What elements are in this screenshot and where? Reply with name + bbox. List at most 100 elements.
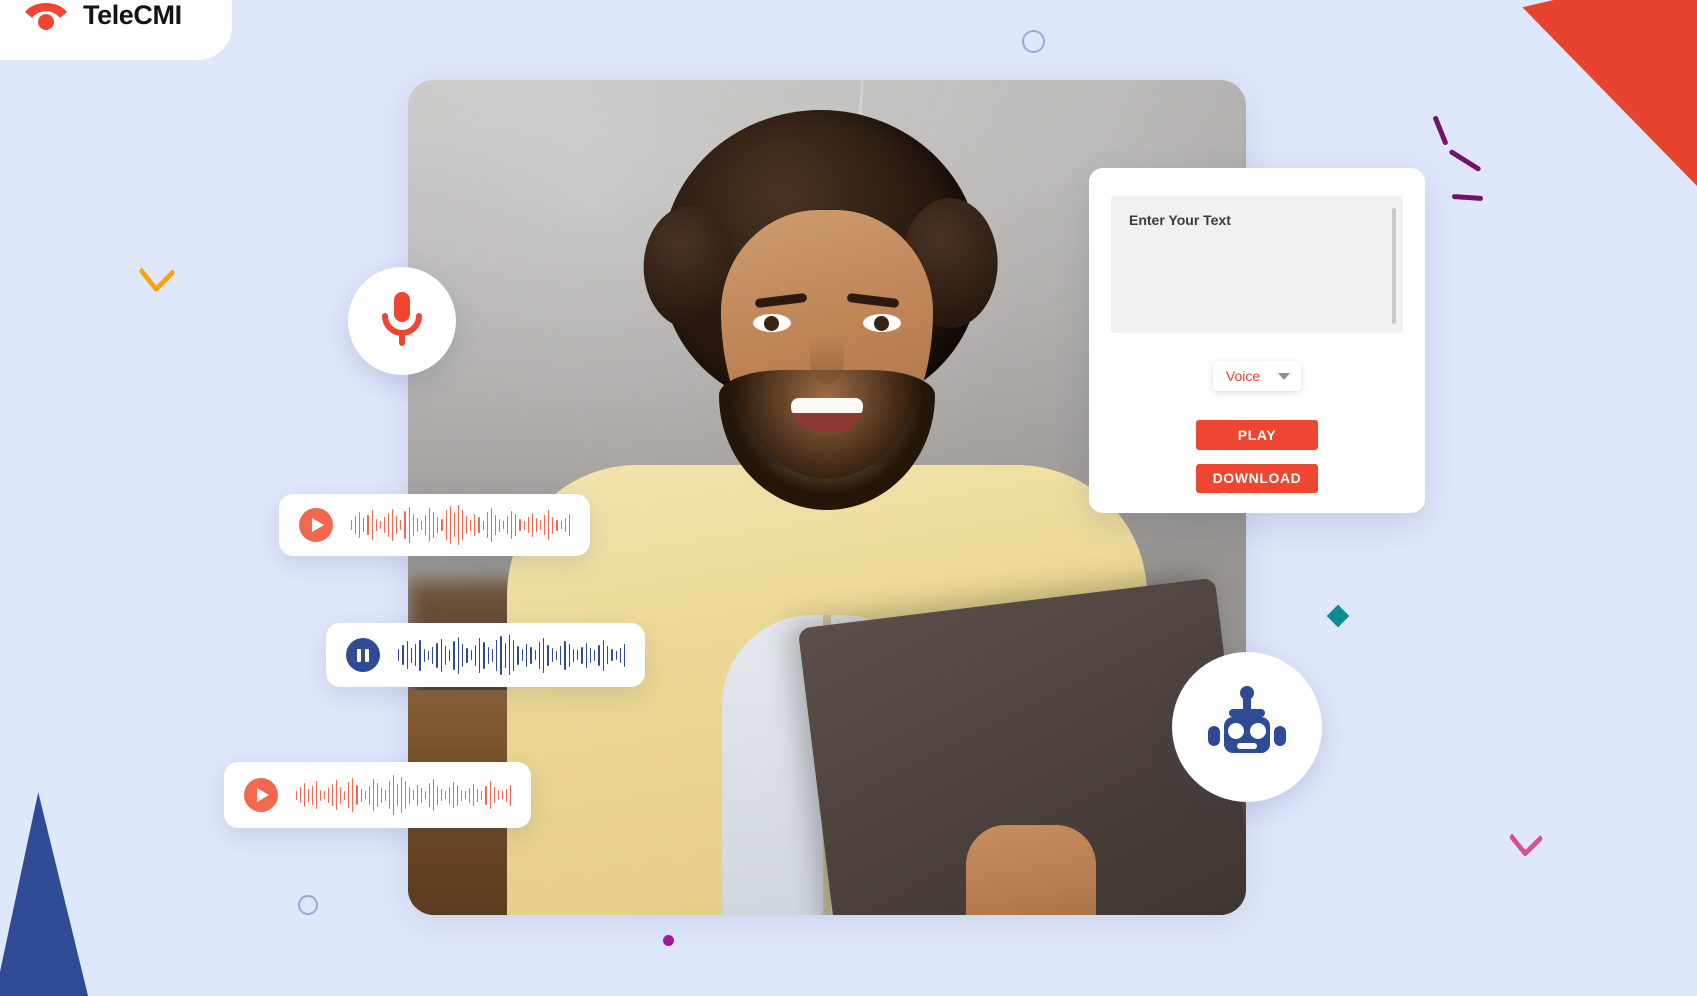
waveform-bar bbox=[465, 791, 467, 799]
decorative-dot-bottom bbox=[298, 895, 318, 915]
waveform-bar bbox=[489, 781, 491, 809]
waveform-bar bbox=[371, 510, 373, 540]
waveform-bar bbox=[427, 650, 430, 660]
waveform-bar bbox=[461, 789, 463, 801]
waveform-bar bbox=[445, 510, 447, 540]
waveform[interactable] bbox=[296, 775, 511, 815]
waveform-bar bbox=[420, 787, 422, 803]
play-button[interactable]: PLAY bbox=[1196, 420, 1318, 450]
waveform-bar bbox=[479, 637, 481, 673]
waveform-bar bbox=[486, 512, 488, 538]
waveform-bar bbox=[416, 784, 418, 806]
person-eyebrow-right bbox=[846, 292, 900, 309]
waveform-bar bbox=[433, 779, 435, 811]
person-eyebrow-left bbox=[754, 292, 808, 309]
waveform-bar bbox=[544, 515, 546, 535]
waveform-bar bbox=[324, 791, 326, 799]
waveform-bar bbox=[611, 649, 613, 661]
waveform-bar bbox=[419, 639, 421, 671]
waveform-bar bbox=[585, 642, 587, 668]
waveform-bar bbox=[312, 785, 314, 805]
decorative-chevron-pink-icon bbox=[1508, 818, 1544, 858]
waveform-bar bbox=[543, 637, 545, 673]
voice-select-row: Voice bbox=[1111, 361, 1403, 392]
decorative-sparkle-2 bbox=[1448, 148, 1482, 173]
person-hand bbox=[966, 825, 1096, 915]
waveform[interactable] bbox=[398, 635, 625, 675]
waveform-bar bbox=[505, 788, 507, 802]
waveform-bar bbox=[457, 636, 459, 674]
waveform-bar bbox=[461, 510, 464, 540]
play-icon[interactable] bbox=[299, 508, 333, 542]
audio-player-card[interactable] bbox=[224, 762, 531, 828]
waveform-bar bbox=[602, 639, 605, 671]
waveform-bar bbox=[363, 518, 365, 532]
waveform-bar bbox=[420, 520, 422, 530]
waveform-bar bbox=[594, 649, 596, 661]
play-icon[interactable] bbox=[244, 778, 278, 812]
waveform-bar bbox=[375, 519, 377, 531]
voice-select[interactable]: Voice bbox=[1212, 361, 1302, 392]
waveform-bar bbox=[509, 784, 511, 806]
waveform-bar bbox=[359, 512, 361, 538]
waveform-bar bbox=[437, 785, 439, 805]
voice-select-label: Voice bbox=[1225, 368, 1261, 385]
waveform-bar bbox=[404, 781, 406, 809]
waveform-bar bbox=[383, 517, 385, 533]
waveform-bar bbox=[581, 646, 583, 664]
waveform-bar bbox=[445, 791, 447, 799]
waveform-bar bbox=[360, 788, 362, 802]
waveform-bar bbox=[527, 517, 529, 533]
waveform-bar bbox=[491, 648, 494, 662]
waveform-bar bbox=[441, 519, 443, 531]
waveform-bar bbox=[525, 643, 528, 667]
brand-logo[interactable]: TeleCMI bbox=[0, 0, 232, 60]
text-input-area[interactable]: Enter Your Text bbox=[1111, 196, 1403, 334]
waveform-bar bbox=[469, 787, 471, 803]
waveform-bar bbox=[466, 516, 468, 534]
person-eye-left bbox=[753, 314, 791, 332]
waveform-bar bbox=[521, 649, 523, 661]
waveform-bar bbox=[449, 506, 451, 544]
waveform-bar bbox=[406, 641, 408, 669]
robot-badge[interactable] bbox=[1172, 652, 1322, 802]
waveform-bar bbox=[474, 644, 477, 666]
audio-player-card[interactable] bbox=[326, 623, 645, 687]
waveform-bar bbox=[498, 518, 501, 532]
waveform-bar bbox=[408, 786, 410, 804]
waveform-bar bbox=[376, 783, 378, 807]
decorative-triangle-red bbox=[1522, 0, 1697, 344]
waveform-bar bbox=[332, 784, 334, 806]
waveform-bar bbox=[556, 519, 558, 531]
waveform-bar bbox=[412, 790, 414, 800]
waveform-bar bbox=[493, 787, 495, 803]
waveform[interactable] bbox=[351, 505, 570, 545]
microphone-badge[interactable] bbox=[348, 267, 456, 375]
download-button[interactable]: DOWNLOAD bbox=[1196, 463, 1318, 493]
waveform-bar bbox=[598, 644, 600, 666]
waveform-bar bbox=[494, 515, 496, 535]
audio-player-card[interactable] bbox=[279, 494, 590, 556]
waveform-bar bbox=[607, 646, 609, 664]
pause-icon[interactable] bbox=[346, 638, 380, 672]
waveform-bar bbox=[551, 648, 553, 662]
waveform-bar bbox=[351, 520, 353, 530]
waveform-bar bbox=[423, 648, 425, 662]
waveform-bar bbox=[396, 516, 398, 534]
waveform-bar bbox=[416, 518, 418, 532]
waveform-bar bbox=[501, 791, 503, 799]
waveform-bar bbox=[415, 644, 417, 666]
waveform-bar bbox=[344, 790, 346, 800]
waveform-bar bbox=[410, 647, 413, 663]
waveform-bar bbox=[453, 782, 455, 808]
waveform-bar bbox=[372, 779, 374, 811]
waveform-bar bbox=[437, 517, 439, 533]
textarea-scrollbar[interactable] bbox=[1392, 208, 1396, 324]
decorative-chevron-orange-icon bbox=[138, 251, 176, 293]
waveform-bar bbox=[560, 645, 562, 665]
person-face bbox=[719, 210, 935, 510]
decorative-diamond-teal bbox=[1326, 604, 1350, 628]
waveform-bar bbox=[432, 646, 434, 664]
waveform-bar bbox=[477, 788, 479, 802]
waveform-bar bbox=[300, 787, 302, 803]
